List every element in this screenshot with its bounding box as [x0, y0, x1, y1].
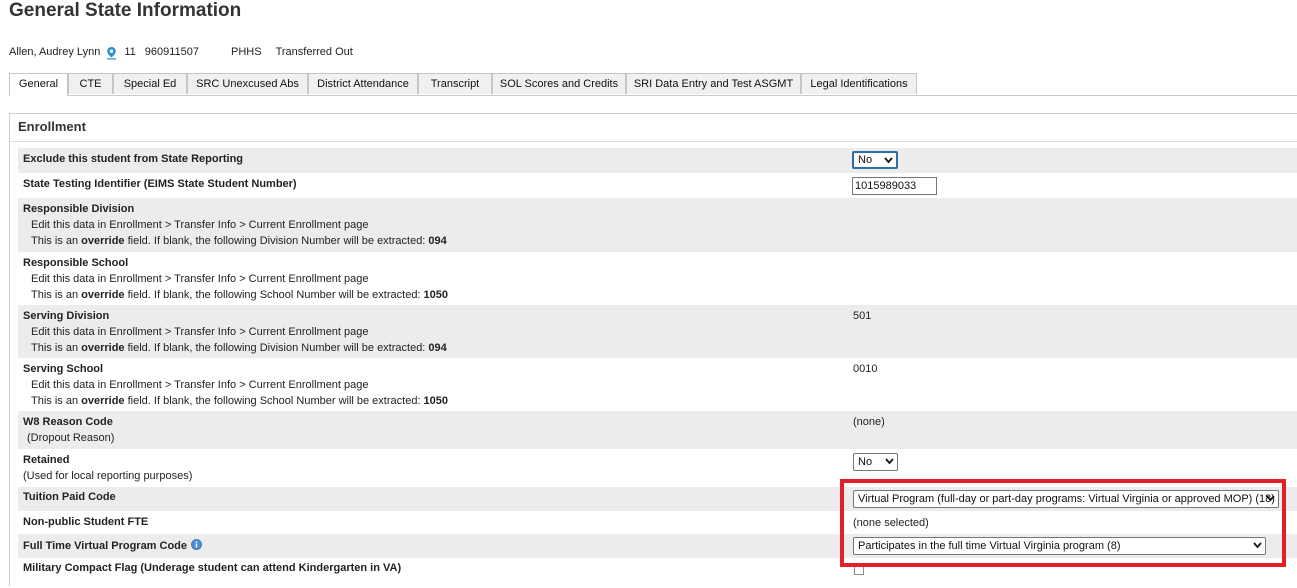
- tab-src-unexcused-abs[interactable]: SRC Unexcused Abs: [187, 73, 308, 94]
- override-note: This is an override field. If blank, the…: [31, 395, 448, 407]
- override-text: field. If blank, the following Division …: [124, 342, 429, 354]
- field-label: State Testing Identifier (EIMS State Stu…: [23, 178, 297, 190]
- chevron-down-icon: [885, 458, 894, 465]
- tab-cte[interactable]: CTE: [68, 73, 113, 94]
- exclude-select[interactable]: No: [852, 151, 898, 169]
- w8-reason-value: (none): [853, 416, 885, 428]
- location-pin-icon[interactable]: [105, 46, 118, 60]
- section-title: Enrollment: [18, 119, 86, 134]
- row-testing-id: State Testing Identifier (EIMS State Stu…: [18, 173, 1297, 198]
- edit-note: Edit this data in Enrollment > Transfer …: [31, 273, 369, 285]
- override-text: field. If blank, the following School Nu…: [124, 289, 424, 301]
- override-text: field. If blank, the following Division …: [124, 235, 429, 247]
- field-label: Exclude this student from State Reportin…: [23, 153, 244, 165]
- chevron-down-icon: [884, 157, 893, 164]
- override-word: override: [81, 289, 125, 301]
- page-title: General State Information: [9, 0, 242, 21]
- override-word: override: [81, 342, 125, 354]
- tab-general[interactable]: General: [9, 73, 68, 96]
- override-note: This is an override field. If blank, the…: [31, 342, 447, 354]
- divider: [10, 141, 1297, 142]
- override-value: 094: [428, 235, 447, 247]
- row-exclude: Exclude this student from State Reportin…: [18, 148, 1297, 173]
- student-status: Transferred Out: [275, 46, 353, 58]
- override-word: override: [81, 395, 125, 407]
- annotation-highlight-box: [840, 479, 1286, 567]
- override-note: This is an override field. If blank, the…: [31, 289, 448, 301]
- field-sublabel: (Used for local reporting purposes): [23, 470, 193, 482]
- field-label: Serving Division: [23, 310, 110, 322]
- serving-school-value: 0010: [853, 363, 878, 375]
- row-serving-division: Serving Division Edit this data in Enrol…: [18, 305, 1297, 358]
- override-text: This is an: [31, 395, 82, 407]
- row-responsible-division: Responsible Division Edit this data in E…: [18, 198, 1297, 252]
- student-grade: 11: [124, 46, 136, 58]
- field-label: Non-public Student FTE: [23, 516, 149, 528]
- row-responsible-school: Responsible School Edit this data in Enr…: [18, 252, 1297, 305]
- field-sublabel: (Dropout Reason): [27, 432, 115, 444]
- override-value: 1050: [423, 395, 449, 407]
- override-word: override: [81, 235, 125, 247]
- tab-transcript[interactable]: Transcript: [418, 73, 492, 94]
- row-w8-reason: W8 Reason Code (Dropout Reason): [18, 411, 1297, 449]
- override-text: field. If blank, the following School Nu…: [124, 395, 424, 407]
- override-text: This is an: [31, 289, 82, 301]
- info-icon[interactable]: [191, 539, 202, 550]
- tab-sol-scores[interactable]: SOL Scores and Credits: [492, 73, 626, 94]
- edit-note: Edit this data in Enrollment > Transfer …: [31, 379, 369, 391]
- field-label: Serving School: [23, 363, 104, 375]
- student-name: Allen, Audrey Lynn: [9, 46, 101, 58]
- student-school: PHHS: [231, 46, 262, 58]
- select-value: No: [858, 154, 873, 166]
- override-value: 1050: [423, 289, 449, 301]
- field-label-text: Full Time Virtual Program Code: [23, 540, 188, 552]
- override-note: This is an override field. If blank, the…: [31, 235, 447, 247]
- field-label: Military Compact Flag (Underage student …: [23, 562, 402, 574]
- field-label: Tuition Paid Code: [23, 491, 116, 503]
- tab-sri-data-entry[interactable]: SRI Data Entry and Test ASGMT: [626, 73, 801, 94]
- edit-note: Edit this data in Enrollment > Transfer …: [31, 219, 369, 231]
- serving-division-value: 501: [853, 310, 872, 322]
- tab-legal-identifications[interactable]: Legal Identifications: [801, 73, 917, 94]
- row-serving-school: Serving School Edit this data in Enrollm…: [18, 358, 1297, 411]
- retained-select[interactable]: No: [853, 453, 898, 471]
- field-label: W8 Reason Code: [23, 416, 113, 428]
- student-info-bar: Allen, Audrey Lynn 11 960911507 PHHS Tra…: [9, 45, 353, 60]
- edit-note: Edit this data in Enrollment > Transfer …: [31, 326, 369, 338]
- field-label: Responsible School: [23, 257, 129, 269]
- field-label: Responsible Division: [23, 203, 135, 215]
- override-text: This is an: [31, 342, 82, 354]
- student-id: 960911507: [144, 46, 199, 58]
- override-value: 094: [428, 342, 447, 354]
- field-label: Retained: [23, 454, 70, 466]
- select-value: No: [858, 456, 873, 468]
- tab-special-ed[interactable]: Special Ed: [113, 73, 187, 94]
- testing-id-input[interactable]: [852, 177, 937, 195]
- tab-bar: General CTE Special Ed SRC Unexcused Abs…: [9, 73, 1297, 96]
- override-text: This is an: [31, 235, 82, 247]
- field-label: Full Time Virtual Program Code: [23, 538, 202, 552]
- tab-district-attendance[interactable]: District Attendance: [308, 73, 418, 94]
